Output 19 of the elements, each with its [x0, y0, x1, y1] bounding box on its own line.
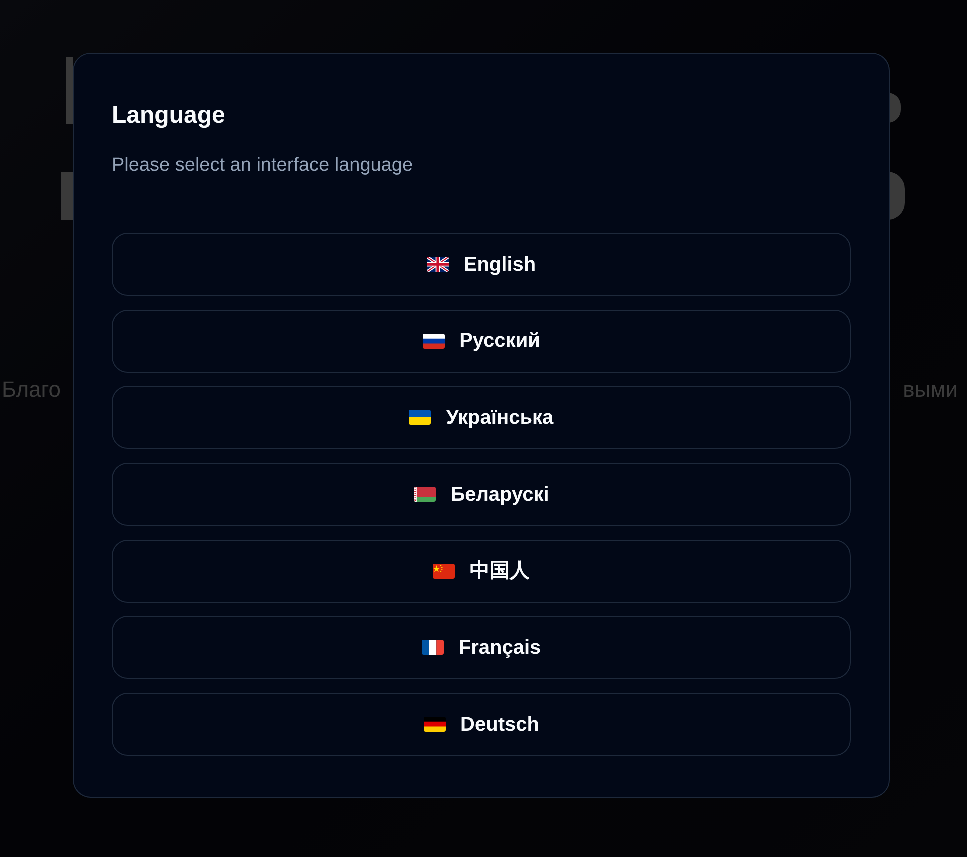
- dialog-subtitle: Please select an interface language: [112, 154, 414, 178]
- language-option-button[interactable]: English: [112, 233, 851, 296]
- dialog-title: Language: [112, 101, 226, 131]
- french-flag-icon: [422, 640, 444, 656]
- language-option-button[interactable]: 中国人: [112, 540, 851, 603]
- heading-fragment: [66, 57, 73, 124]
- ukrainian-flag-icon: [409, 410, 432, 426]
- russian-flag-icon: [422, 334, 445, 349]
- heading-fragment: [61, 172, 73, 220]
- uk-flag-icon: [426, 257, 449, 272]
- background-text: выми: [903, 376, 958, 404]
- language-option-button[interactable]: Русский: [112, 310, 851, 373]
- language-option-button[interactable]: Беларускі: [112, 463, 851, 526]
- german-flag-icon: [424, 717, 446, 732]
- language-option-button[interactable]: Français: [112, 616, 851, 680]
- chinese-flag-icon: [433, 564, 455, 579]
- language-option-button[interactable]: Українська: [112, 386, 851, 450]
- language-option-button[interactable]: Deutsch: [112, 693, 851, 756]
- belarusian-flag-icon: [414, 487, 436, 502]
